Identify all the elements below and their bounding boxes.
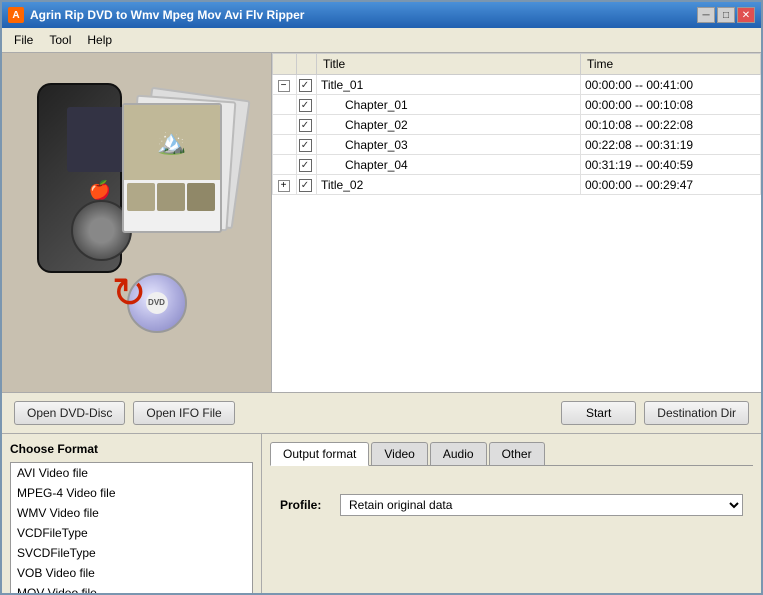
apple-icon: 🍎 bbox=[89, 180, 111, 201]
row-time: 00:22:08 -- 00:31:19 bbox=[581, 135, 761, 155]
file-tree: Title Time − Title_0100:00:00 -- 00:41:00… bbox=[272, 53, 761, 195]
col-check bbox=[297, 54, 317, 75]
photo-image: 🏔️ bbox=[124, 105, 220, 181]
row-checkbox[interactable] bbox=[299, 139, 312, 152]
col-title: Title bbox=[317, 54, 581, 75]
table-row[interactable]: + Title_0200:00:00 -- 00:29:47 bbox=[273, 175, 761, 195]
profile-select[interactable]: Retain original dataCustom bbox=[340, 494, 743, 516]
table-row[interactable]: − Title_0100:00:00 -- 00:41:00 bbox=[273, 75, 761, 95]
table-row[interactable]: Chapter_0100:00:00 -- 00:10:08 bbox=[273, 95, 761, 115]
row-checkbox[interactable] bbox=[299, 159, 312, 172]
ipod-body: 🍎 bbox=[37, 83, 122, 273]
minimize-button[interactable]: ─ bbox=[697, 7, 715, 23]
thumb-2 bbox=[157, 183, 185, 211]
tab-output-format[interactable]: Output format bbox=[270, 442, 369, 466]
thumb-1 bbox=[127, 183, 155, 211]
format-item[interactable]: AVI Video file bbox=[11, 463, 252, 483]
format-list[interactable]: AVI Video fileMPEG-4 Video fileWMV Video… bbox=[10, 462, 253, 593]
expand-button[interactable]: + bbox=[278, 180, 290, 192]
dvd-label: DVD bbox=[146, 292, 168, 314]
col-time: Time bbox=[581, 54, 761, 75]
format-panel: Choose Format AVI Video fileMPEG-4 Video… bbox=[2, 434, 262, 593]
open-ifo-button[interactable]: Open IFO File bbox=[133, 401, 234, 425]
window-title: Agrin Rip DVD to Wmv Mpeg Mov Avi Flv Ri… bbox=[30, 8, 304, 22]
photos-stack: 🏔️ bbox=[122, 93, 242, 293]
tabs: Output formatVideoAudioOther bbox=[270, 442, 753, 466]
format-title: Choose Format bbox=[10, 442, 253, 456]
bottom-section: Choose Format AVI Video fileMPEG-4 Video… bbox=[2, 434, 761, 593]
profile-label: Profile: bbox=[280, 498, 330, 512]
close-button[interactable]: ✕ bbox=[737, 7, 755, 23]
menu-help[interactable]: Help bbox=[79, 30, 120, 50]
row-time: 00:00:00 -- 00:29:47 bbox=[581, 175, 761, 195]
app-icon: A bbox=[8, 7, 24, 23]
start-button[interactable]: Start bbox=[561, 401, 636, 425]
window-controls: ─ □ ✕ bbox=[697, 7, 755, 23]
row-time: 00:10:08 -- 00:22:08 bbox=[581, 115, 761, 135]
format-item[interactable]: MPEG-4 Video file bbox=[11, 483, 252, 503]
format-item[interactable]: SVCDFileType bbox=[11, 543, 252, 563]
row-checkbox[interactable] bbox=[299, 179, 312, 192]
row-title: Chapter_03 bbox=[317, 135, 581, 155]
format-item[interactable]: WMV Video file bbox=[11, 503, 252, 523]
ipod-graphic: 🍎 🏔️ bbox=[17, 73, 257, 373]
maximize-button[interactable]: □ bbox=[717, 7, 735, 23]
row-title: Chapter_04 bbox=[317, 155, 581, 175]
photo-thumbnails bbox=[124, 180, 220, 214]
row-title: Chapter_01 bbox=[317, 95, 581, 115]
row-checkbox[interactable] bbox=[299, 119, 312, 132]
buttons-bar: Open DVD-Disc Open IFO File Start Destin… bbox=[2, 393, 761, 434]
row-title: Chapter_02 bbox=[317, 115, 581, 135]
row-checkbox[interactable] bbox=[299, 99, 312, 112]
file-tree-panel: Title Time − Title_0100:00:00 -- 00:41:00… bbox=[272, 53, 761, 392]
row-checkbox[interactable] bbox=[299, 79, 312, 92]
profile-row: Profile: Retain original dataCustom bbox=[280, 494, 743, 516]
main-window: A Agrin Rip DVD to Wmv Mpeg Mov Avi Flv … bbox=[0, 0, 763, 595]
table-row[interactable]: Chapter_0300:22:08 -- 00:31:19 bbox=[273, 135, 761, 155]
col-expand bbox=[273, 54, 297, 75]
row-title: Title_01 bbox=[317, 75, 581, 95]
top-section: 🍎 🏔️ bbox=[2, 53, 761, 393]
format-item[interactable]: MOV Video file bbox=[11, 583, 252, 593]
output-panel: Output formatVideoAudioOther Profile: Re… bbox=[262, 434, 761, 593]
format-item[interactable]: VCDFileType bbox=[11, 523, 252, 543]
format-item[interactable]: VOB Video file bbox=[11, 563, 252, 583]
table-row[interactable]: Chapter_0400:31:19 -- 00:40:59 bbox=[273, 155, 761, 175]
tab-video[interactable]: Video bbox=[371, 442, 427, 465]
tab-content: Profile: Retain original dataCustom bbox=[270, 474, 753, 526]
title-bar-left: A Agrin Rip DVD to Wmv Mpeg Mov Avi Flv … bbox=[8, 7, 304, 23]
open-dvd-button[interactable]: Open DVD-Disc bbox=[14, 401, 125, 425]
menu-tool[interactable]: Tool bbox=[41, 30, 79, 50]
title-bar: A Agrin Rip DVD to Wmv Mpeg Mov Avi Flv … bbox=[2, 2, 761, 28]
menu-file[interactable]: File bbox=[6, 30, 41, 50]
row-time: 00:00:00 -- 00:10:08 bbox=[581, 95, 761, 115]
refresh-arrow-icon: ↻ bbox=[112, 268, 147, 317]
photo-card-1: 🏔️ bbox=[122, 103, 222, 233]
main-content: 🍎 🏔️ bbox=[2, 53, 761, 593]
menu-bar: File Tool Help bbox=[2, 28, 761, 53]
row-time: 00:00:00 -- 00:41:00 bbox=[581, 75, 761, 95]
tab-other[interactable]: Other bbox=[489, 442, 545, 465]
expand-button[interactable]: − bbox=[278, 80, 290, 92]
thumb-3 bbox=[187, 183, 215, 211]
destination-button[interactable]: Destination Dir bbox=[644, 401, 749, 425]
tab-audio[interactable]: Audio bbox=[430, 442, 487, 465]
left-panel: 🍎 🏔️ bbox=[2, 53, 272, 392]
table-row[interactable]: Chapter_0200:10:08 -- 00:22:08 bbox=[273, 115, 761, 135]
row-time: 00:31:19 -- 00:40:59 bbox=[581, 155, 761, 175]
row-title: Title_02 bbox=[317, 175, 581, 195]
